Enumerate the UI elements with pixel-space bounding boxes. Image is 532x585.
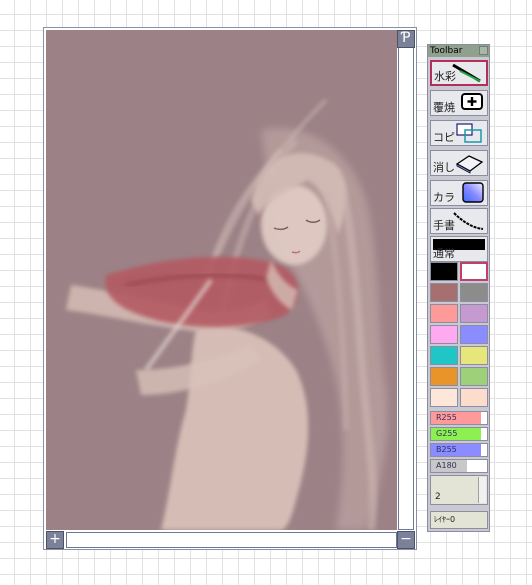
color-swatch[interactable] xyxy=(430,304,458,323)
green-slider[interactable]: G255 xyxy=(430,427,488,441)
blue-slider[interactable]: B255 xyxy=(430,443,488,457)
color-swatch[interactable] xyxy=(430,367,458,386)
drawing-canvas[interactable] xyxy=(46,30,397,530)
tool-blend-mode[interactable]: 通常 xyxy=(430,236,488,262)
tool-copy[interactable]: コピ xyxy=(430,120,488,146)
tool-label: カラ xyxy=(433,191,455,204)
tool-dodge[interactable]: 覆焼 xyxy=(430,90,488,116)
color-gradient-icon xyxy=(462,182,484,203)
toolbar-close-button[interactable] xyxy=(479,46,488,55)
vertical-scrollbar[interactable] xyxy=(398,30,414,530)
tool-eraser[interactable]: 消し xyxy=(430,150,488,176)
color-swatch[interactable] xyxy=(430,283,458,302)
tool-freehand[interactable]: 手書 xyxy=(430,208,488,234)
layer-selector[interactable]: ﾚｲﾔｰ0 xyxy=(430,511,488,529)
color-swatch[interactable] xyxy=(430,388,458,407)
color-swatch[interactable] xyxy=(460,346,488,365)
tool-label: 覆焼 xyxy=(433,101,455,114)
canvas-window: Ƥ + − xyxy=(43,27,417,550)
plus-icon xyxy=(461,93,483,110)
color-swatch[interactable] xyxy=(460,367,488,386)
brush-size-scrollbar[interactable] xyxy=(478,477,486,503)
tool-watercolor[interactable]: 水彩 xyxy=(430,60,488,86)
alpha-slider-label: A180 xyxy=(436,461,457,470)
tool-label: 通常 xyxy=(433,247,455,260)
curve-icon xyxy=(453,212,484,230)
alpha-slider[interactable]: A180 xyxy=(430,459,488,473)
brush-size-value: 2 xyxy=(435,492,441,502)
red-slider[interactable]: R255 xyxy=(430,411,488,425)
horizontal-scrollbar[interactable] xyxy=(66,532,397,548)
tool-label: コピ xyxy=(433,131,455,144)
toolbar-panel: Toolbar 水彩 覆焼 コピ 消し カラ 手書 通常 R255 G255 B… xyxy=(427,44,490,532)
eraser-icon xyxy=(455,155,484,174)
flip-canvas-button[interactable]: Ƥ xyxy=(397,30,415,48)
color-swatch[interactable] xyxy=(460,262,488,281)
color-swatch[interactable] xyxy=(430,262,458,281)
tool-label: 消し xyxy=(433,161,455,174)
zoom-in-button[interactable]: + xyxy=(46,531,64,549)
red-slider-label: R255 xyxy=(436,413,457,422)
green-slider-label: G255 xyxy=(436,429,458,438)
painting-violinist xyxy=(46,30,397,530)
blue-slider-label: B255 xyxy=(436,445,457,454)
tool-color[interactable]: カラ xyxy=(430,180,488,206)
zoom-out-button[interactable]: − xyxy=(397,531,415,549)
copy-icon xyxy=(456,123,482,143)
brush-size-box[interactable]: 2 xyxy=(430,475,488,505)
color-swatch[interactable] xyxy=(460,325,488,344)
color-swatch[interactable] xyxy=(460,304,488,323)
color-swatch[interactable] xyxy=(430,346,458,365)
brush-icon xyxy=(452,63,481,83)
color-swatch[interactable] xyxy=(460,388,488,407)
color-swatch[interactable] xyxy=(430,325,458,344)
color-swatch[interactable] xyxy=(460,283,488,302)
